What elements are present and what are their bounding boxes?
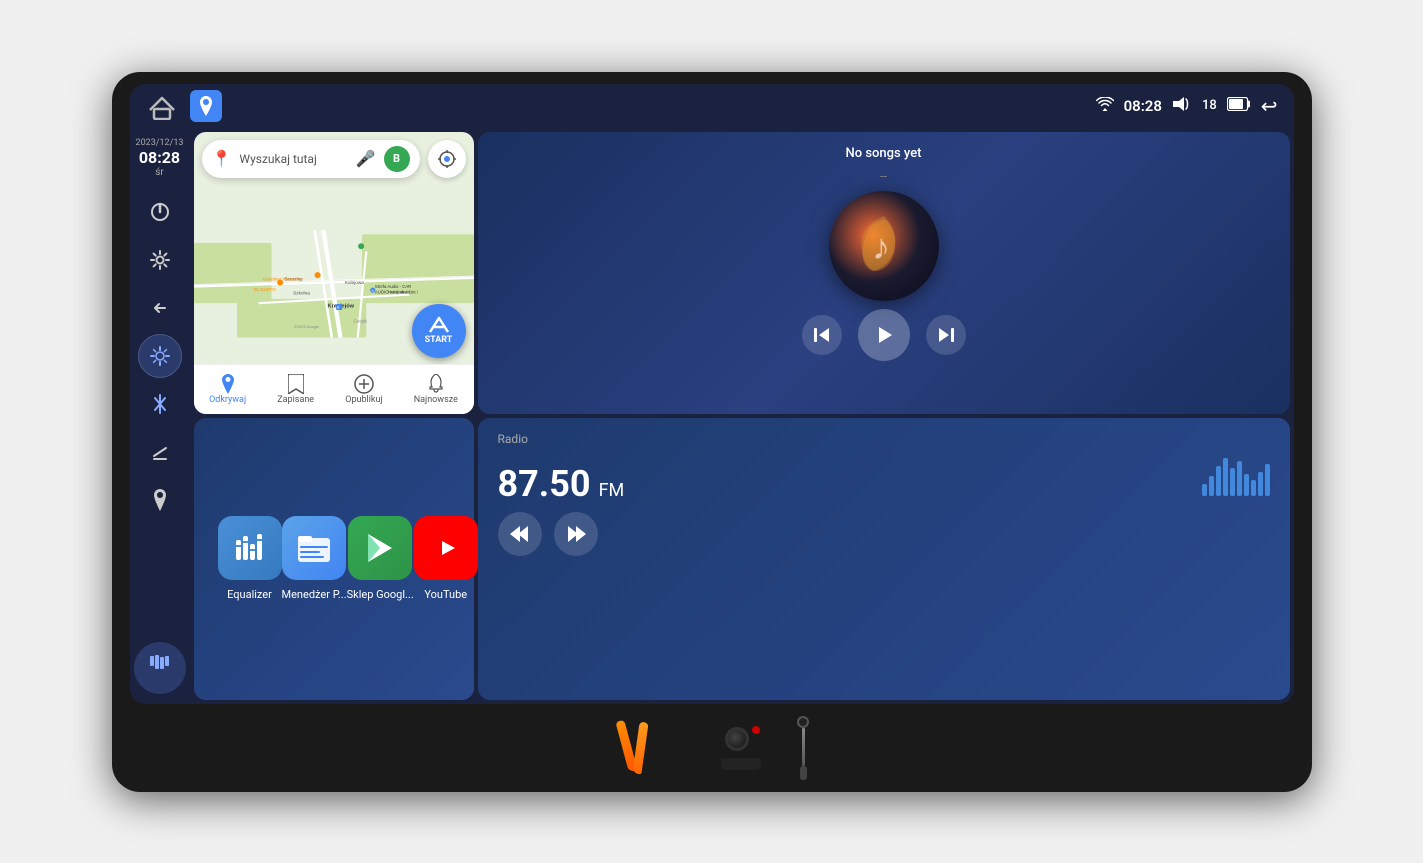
svg-text:Gościniec Krasienka: Gościniec Krasienka bbox=[262, 276, 302, 281]
camera-mount bbox=[721, 758, 761, 770]
radio-controls bbox=[498, 512, 1270, 556]
radio-wave bbox=[1202, 456, 1270, 496]
screen: 08:28 18 ↩ bbox=[130, 84, 1294, 704]
start-label: START bbox=[425, 335, 453, 345]
svg-text:♪: ♪ bbox=[872, 227, 890, 267]
status-right: 08:28 18 ↩ bbox=[1096, 94, 1278, 118]
date-display: 2023/12/13 bbox=[136, 138, 184, 148]
svg-text:Google: Google bbox=[353, 318, 367, 323]
radio-next-btn[interactable] bbox=[554, 512, 598, 556]
svg-text:Strefa Audio - CAR: Strefa Audio - CAR bbox=[374, 284, 410, 289]
status-bar: 08:28 18 ↩ bbox=[130, 84, 1294, 128]
svg-text:B: B bbox=[337, 304, 340, 309]
music-panel: No songs yet -- ♪ bbox=[478, 132, 1290, 414]
files-icon bbox=[282, 516, 346, 580]
radio-label: Radio bbox=[498, 432, 1270, 446]
radio-band: FM bbox=[599, 480, 625, 501]
voice-button[interactable] bbox=[134, 642, 186, 694]
album-art: ♪ bbox=[829, 191, 939, 301]
sidebar-time: 08:28 bbox=[136, 148, 184, 167]
map-pin-icon: 📍 bbox=[212, 149, 232, 168]
youtube-icon bbox=[414, 516, 478, 580]
jack-plug bbox=[800, 766, 807, 780]
sidebar-minus-btn[interactable] bbox=[138, 430, 182, 474]
back-icon[interactable]: ↩ bbox=[1261, 94, 1278, 118]
app-item-files[interactable]: Menedżer P... bbox=[282, 516, 347, 601]
svg-text:EL'GUSTO: EL'GUSTO bbox=[254, 287, 276, 292]
home-icon-btn[interactable] bbox=[146, 92, 178, 120]
map-start-btn[interactable]: START bbox=[412, 304, 466, 358]
cable-wire bbox=[802, 728, 805, 766]
camera-led bbox=[752, 726, 760, 734]
main-area: 2023/12/13 08:28 śr bbox=[130, 128, 1294, 704]
sidebar-settings-btn[interactable] bbox=[138, 238, 182, 282]
mic-head bbox=[797, 716, 809, 728]
app-item-youtube[interactable]: YouTube bbox=[414, 516, 478, 601]
music-controls bbox=[802, 309, 966, 361]
map-bottom-nav: Odkrywaj Zapisane Opublikuj Najnows bbox=[194, 364, 474, 414]
radio-freq-row: 87.50 FM bbox=[498, 456, 1270, 502]
map-nav-najnowsze[interactable]: Najnowsze bbox=[414, 374, 458, 405]
playstore-icon bbox=[348, 516, 412, 580]
volume-icon bbox=[1172, 96, 1192, 116]
backup-camera bbox=[708, 720, 773, 775]
svg-text:Kolejowa: Kolejowa bbox=[344, 279, 364, 285]
device-shell: 08:28 18 ↩ bbox=[112, 72, 1312, 792]
nav-najnowsze-label: Najnowsze bbox=[414, 395, 458, 405]
accessories bbox=[130, 716, 1294, 780]
svg-text:AUDIO na Androidzie !: AUDIO na Androidzie ! bbox=[374, 289, 417, 294]
svg-text:Szkolna: Szkolna bbox=[293, 290, 310, 296]
map-user-avatar[interactable]: B bbox=[384, 146, 410, 172]
camera-body bbox=[708, 720, 766, 758]
nav-odkrywaj-label: Odkrywaj bbox=[209, 395, 246, 405]
time-display: 08:28 bbox=[1124, 97, 1162, 115]
app-item-equalizer[interactable]: Equalizer bbox=[218, 516, 282, 601]
camera-lens bbox=[725, 727, 749, 751]
radio-panel: Radio 87.50 FM bbox=[478, 418, 1290, 700]
sidebar-power-btn[interactable] bbox=[138, 190, 182, 234]
map-search-text: Wyszukaj tutaj bbox=[239, 152, 347, 166]
pry-tools bbox=[614, 720, 684, 775]
status-left bbox=[146, 90, 222, 122]
sidebar-day: śr bbox=[136, 167, 184, 178]
map-mic-icon[interactable]: 🎤 bbox=[356, 149, 376, 168]
radio-prev-btn[interactable] bbox=[498, 512, 542, 556]
playstore-label: Sklep Googl... bbox=[347, 588, 414, 601]
equalizer-label: Equalizer bbox=[227, 588, 272, 601]
radio-frequency: 87.50 bbox=[498, 466, 591, 502]
map-search-bar[interactable]: 📍 Wyszukaj tutaj 🎤 B bbox=[202, 140, 420, 178]
pry-tool-2 bbox=[632, 722, 648, 775]
nav-zapisane-label: Zapisane bbox=[277, 395, 314, 405]
app-item-playstore[interactable]: Sklep Googl... bbox=[347, 516, 414, 601]
play-btn[interactable] bbox=[858, 309, 910, 361]
sidebar-location-btn[interactable] bbox=[138, 478, 182, 522]
map-nav-opublikuj[interactable]: Opublikuj bbox=[345, 374, 382, 405]
nav-opublikuj-label: Opublikuj bbox=[345, 395, 382, 405]
prev-btn[interactable] bbox=[802, 315, 842, 355]
map-panel[interactable]: Brzeziny Szkolna Kolejowa Kolejowa Krasi… bbox=[194, 132, 474, 414]
volume-level: 18 bbox=[1202, 98, 1217, 113]
equalizer-icon bbox=[218, 516, 282, 580]
song-title: No songs yet bbox=[845, 146, 921, 161]
svg-text:©2023 Google: ©2023 Google bbox=[293, 324, 318, 329]
wifi-icon bbox=[1096, 97, 1114, 115]
mic-cable bbox=[797, 716, 809, 780]
maps-icon-btn[interactable] bbox=[190, 90, 222, 122]
song-subtitle: -- bbox=[880, 169, 887, 183]
sidebar-climate-btn[interactable] bbox=[138, 334, 182, 378]
map-nav-zapisane[interactable]: Zapisane bbox=[277, 374, 314, 405]
sidebar-bottom bbox=[134, 642, 186, 694]
content-grid: No songs yet -- ♪ bbox=[190, 128, 1294, 704]
date-time: 2023/12/13 08:28 śr bbox=[136, 138, 184, 178]
sidebar-back-btn[interactable] bbox=[138, 286, 182, 330]
map-nav-odkrywaj[interactable]: Odkrywaj bbox=[209, 374, 246, 405]
sidebar-bluetooth-btn[interactable] bbox=[138, 382, 182, 426]
next-btn[interactable] bbox=[926, 315, 966, 355]
map-center-btn[interactable] bbox=[428, 140, 466, 178]
youtube-label: YouTube bbox=[424, 588, 467, 601]
battery-icon bbox=[1227, 97, 1251, 115]
files-label: Menedżer P... bbox=[282, 588, 347, 601]
apps-panel: Equalizer Men bbox=[194, 418, 474, 700]
sidebar: 2023/12/13 08:28 śr bbox=[130, 128, 190, 704]
